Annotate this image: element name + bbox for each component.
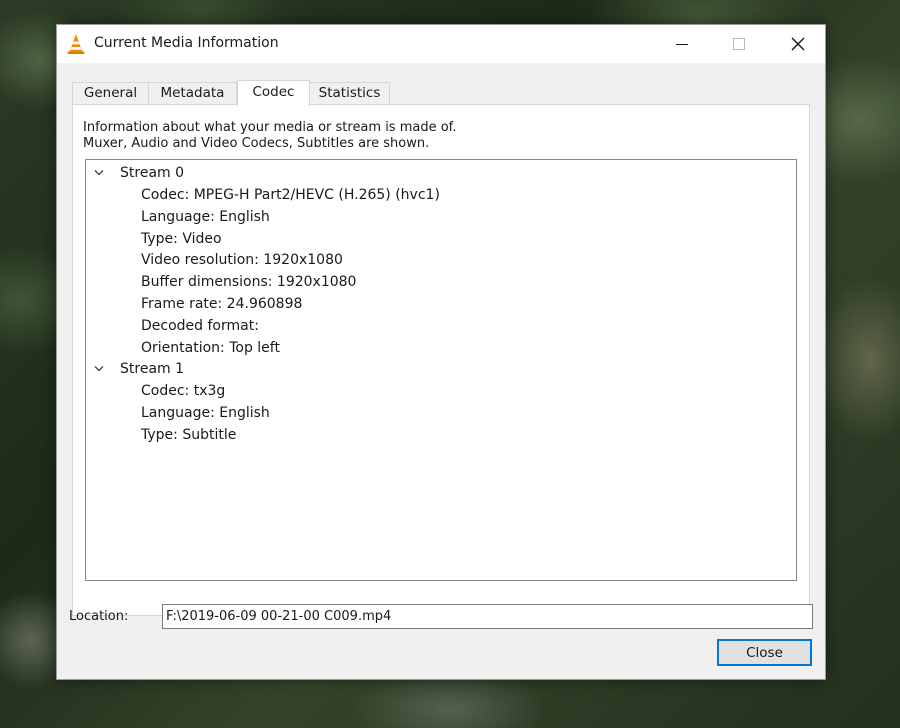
tree-stream-1[interactable]: Stream 1 — [92, 358, 184, 380]
location-field[interactable] — [162, 604, 813, 629]
codec-info-line-1: Information about what your media or str… — [83, 120, 457, 135]
title-bar[interactable]: Current Media Information — [57, 25, 825, 63]
maximize-icon — [733, 38, 745, 50]
close-button[interactable]: Close — [717, 639, 812, 666]
tree-item[interactable]: Language: English — [141, 402, 270, 424]
tree-item[interactable]: Codec: tx3g — [141, 380, 225, 402]
stream-label: Stream 0 — [120, 165, 185, 181]
tab-general[interactable]: General — [72, 82, 149, 104]
maximize-button[interactable] — [716, 25, 762, 63]
tree-item[interactable]: Orientation: Top left — [141, 337, 280, 359]
tree-stream-0[interactable]: Stream 0 — [92, 162, 184, 184]
tab-codec[interactable]: Codec — [237, 80, 310, 106]
tab-statistics[interactable]: Statistics — [309, 82, 390, 104]
tree-item[interactable]: Codec: MPEG-H Part2/HEVC (H.265) (hvc1) — [141, 184, 440, 206]
tree-item[interactable]: Video resolution: 1920x1080 — [141, 249, 343, 271]
codec-tree[interactable]: Stream 0 Codec: MPEG-H Part2/HEVC (H.265… — [85, 159, 797, 581]
stream-label: Stream 1 — [120, 361, 185, 377]
codec-info-line-2: Muxer, Audio and Video Codecs, Subtitles… — [83, 136, 430, 151]
tab-metadata[interactable]: Metadata — [148, 82, 237, 104]
tree-item[interactable]: Type: Video — [141, 228, 222, 250]
tree-item[interactable]: Decoded format: — [141, 315, 259, 337]
tree-item[interactable]: Language: English — [141, 206, 270, 228]
tree-item[interactable]: Frame rate: 24.960898 — [141, 293, 302, 315]
close-window-button[interactable] — [775, 25, 821, 63]
codec-panel: Information about what your media or str… — [72, 104, 810, 616]
close-icon — [791, 37, 805, 51]
minimize-button[interactable] — [659, 25, 705, 63]
minimize-icon — [676, 44, 688, 45]
tree-item[interactable]: Type: Subtitle — [141, 424, 236, 446]
tree-item[interactable]: Buffer dimensions: 1920x1080 — [141, 271, 356, 293]
media-info-window: Current Media Information General Metada… — [56, 24, 826, 680]
vlc-cone-icon — [67, 34, 85, 54]
location-label: Location: — [69, 609, 129, 624]
window-title: Current Media Information — [94, 35, 279, 51]
chevron-down-icon[interactable] — [92, 358, 106, 380]
chevron-down-icon[interactable] — [92, 162, 106, 184]
